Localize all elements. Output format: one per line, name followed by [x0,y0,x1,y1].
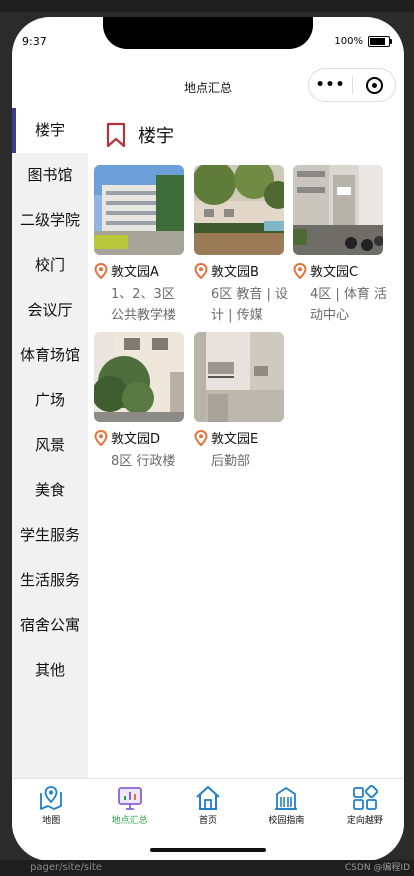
place-photo [94,165,184,255]
ide-top-strip [0,0,414,12]
sidebar-item-gate[interactable]: 校门 [12,243,88,288]
place-list: 楼宇 敦文园A 1、2、3区 公共教学楼 敦文园B 6区 教音 | 设计 | 传… [88,108,404,778]
home-indicator [150,848,266,852]
battery-percent: 100% [334,36,363,47]
place-name-row: 敦文园B [194,262,284,280]
status-battery: 100% [334,36,392,47]
watermark: CSDN @编程ID [344,863,410,873]
sidebar-item-scenery[interactable]: 风景 [12,423,88,468]
section-header: 楼宇 [106,120,174,150]
location-pin-icon [94,429,108,446]
status-time: 9:37 [22,35,47,48]
home-icon [196,786,220,810]
place-card[interactable]: 敦文园D 8区 行政楼 [94,332,184,472]
sidebar-item-library[interactable]: 图书馆 [12,153,88,198]
bookmark-icon [106,122,126,148]
place-desc: 后勤部 [211,454,251,469]
location-pin-icon [194,262,208,279]
place-card[interactable]: 敦文园E 后勤部 [194,332,284,472]
place-desc: 8区 行政楼 [111,454,176,469]
sidebar-item-hall[interactable]: 会议厅 [12,288,88,333]
location-pin-icon [194,429,208,446]
place-desc: 4区 | 体育 活动中心 [310,287,388,323]
more-button[interactable]: ••• [309,77,352,93]
phone-frame: 9:37 100% 地点汇总 ••• 楼宇 图书馆 二级学院 校门 会议厅 体育… [12,17,404,861]
place-photo [194,332,284,422]
place-name-row: 敦文园C [293,262,383,280]
tab-home[interactable]: 首页 [169,779,247,835]
place-photo [194,165,284,255]
place-name-row: 敦文园D [94,429,184,447]
place-card[interactable]: 敦文园C 4区 | 体育 活动中心 [293,165,387,326]
target-icon [365,76,383,94]
chart-board-icon [117,787,142,810]
close-button[interactable] [353,76,395,94]
sidebar-item-other[interactable]: 其他 [12,648,88,693]
place-name: 敦文园E [211,432,259,447]
place-photo [293,165,383,255]
notch [103,17,313,49]
tab-places[interactable]: 地点汇总 [90,779,168,835]
place-desc: 6区 教音 | 设计 | 传媒 [211,287,289,323]
sidebar-item-life-service[interactable]: 生活服务 [12,558,88,603]
tab-label: 定向越野 [346,816,383,826]
place-name: 敦文园B [211,265,259,280]
sidebar-item-food[interactable]: 美食 [12,468,88,513]
place-card[interactable]: 敦文园B 6区 教音 | 设计 | 传媒 [194,165,288,326]
location-pin-icon [94,262,108,279]
ide-page-path: pager/site/site [30,862,102,873]
section-title: 楼宇 [138,126,174,147]
sidebar-item-college[interactable]: 二级学院 [12,198,88,243]
tab-label: 地点汇总 [111,816,148,826]
location-pin-icon [293,262,307,279]
sidebar-item-student-service[interactable]: 学生服务 [12,513,88,558]
place-name: 敦文园C [310,265,359,280]
battery-icon [368,36,392,47]
tab-guide[interactable]: 校园指南 [247,779,325,835]
category-sidebar: 楼宇 图书馆 二级学院 校门 会议厅 体育场馆 广场 风景 美食 学生服务 生活… [12,108,88,778]
sidebar-item-dormitory[interactable]: 宿舍公寓 [12,603,88,648]
place-name: 敦文园A [111,265,159,280]
sidebar-item-square[interactable]: 广场 [12,378,88,423]
sidebar-item-stadium[interactable]: 体育场馆 [12,333,88,378]
place-name-row: 敦文园A [94,262,184,280]
sidebar-item-building[interactable]: 楼宇 [12,108,88,153]
miniprogram-capsule: ••• [308,68,396,102]
tab-label: 校园指南 [268,816,305,826]
tab-map[interactable]: 地图 [12,779,90,835]
grid-icon [352,785,378,810]
tab-label: 首页 [199,816,218,826]
map-pin-icon [40,786,63,810]
tab-bar: 地图 地点汇总 首页 校园指南 定向越野 [12,778,404,835]
place-photo [94,332,184,422]
tab-label: 地图 [42,816,61,826]
building-icon [275,787,298,810]
place-desc: 1、2、3区 公共教学楼 [111,287,177,323]
ide-bottom-strip: pager/site/site CSDN @编程ID [0,860,414,876]
tab-orienteering[interactable]: 定向越野 [326,779,404,835]
place-card[interactable]: 敦文园A 1、2、3区 公共教学楼 [94,165,184,326]
place-name: 敦文园D [111,432,161,447]
place-name-row: 敦文园E [194,429,284,447]
